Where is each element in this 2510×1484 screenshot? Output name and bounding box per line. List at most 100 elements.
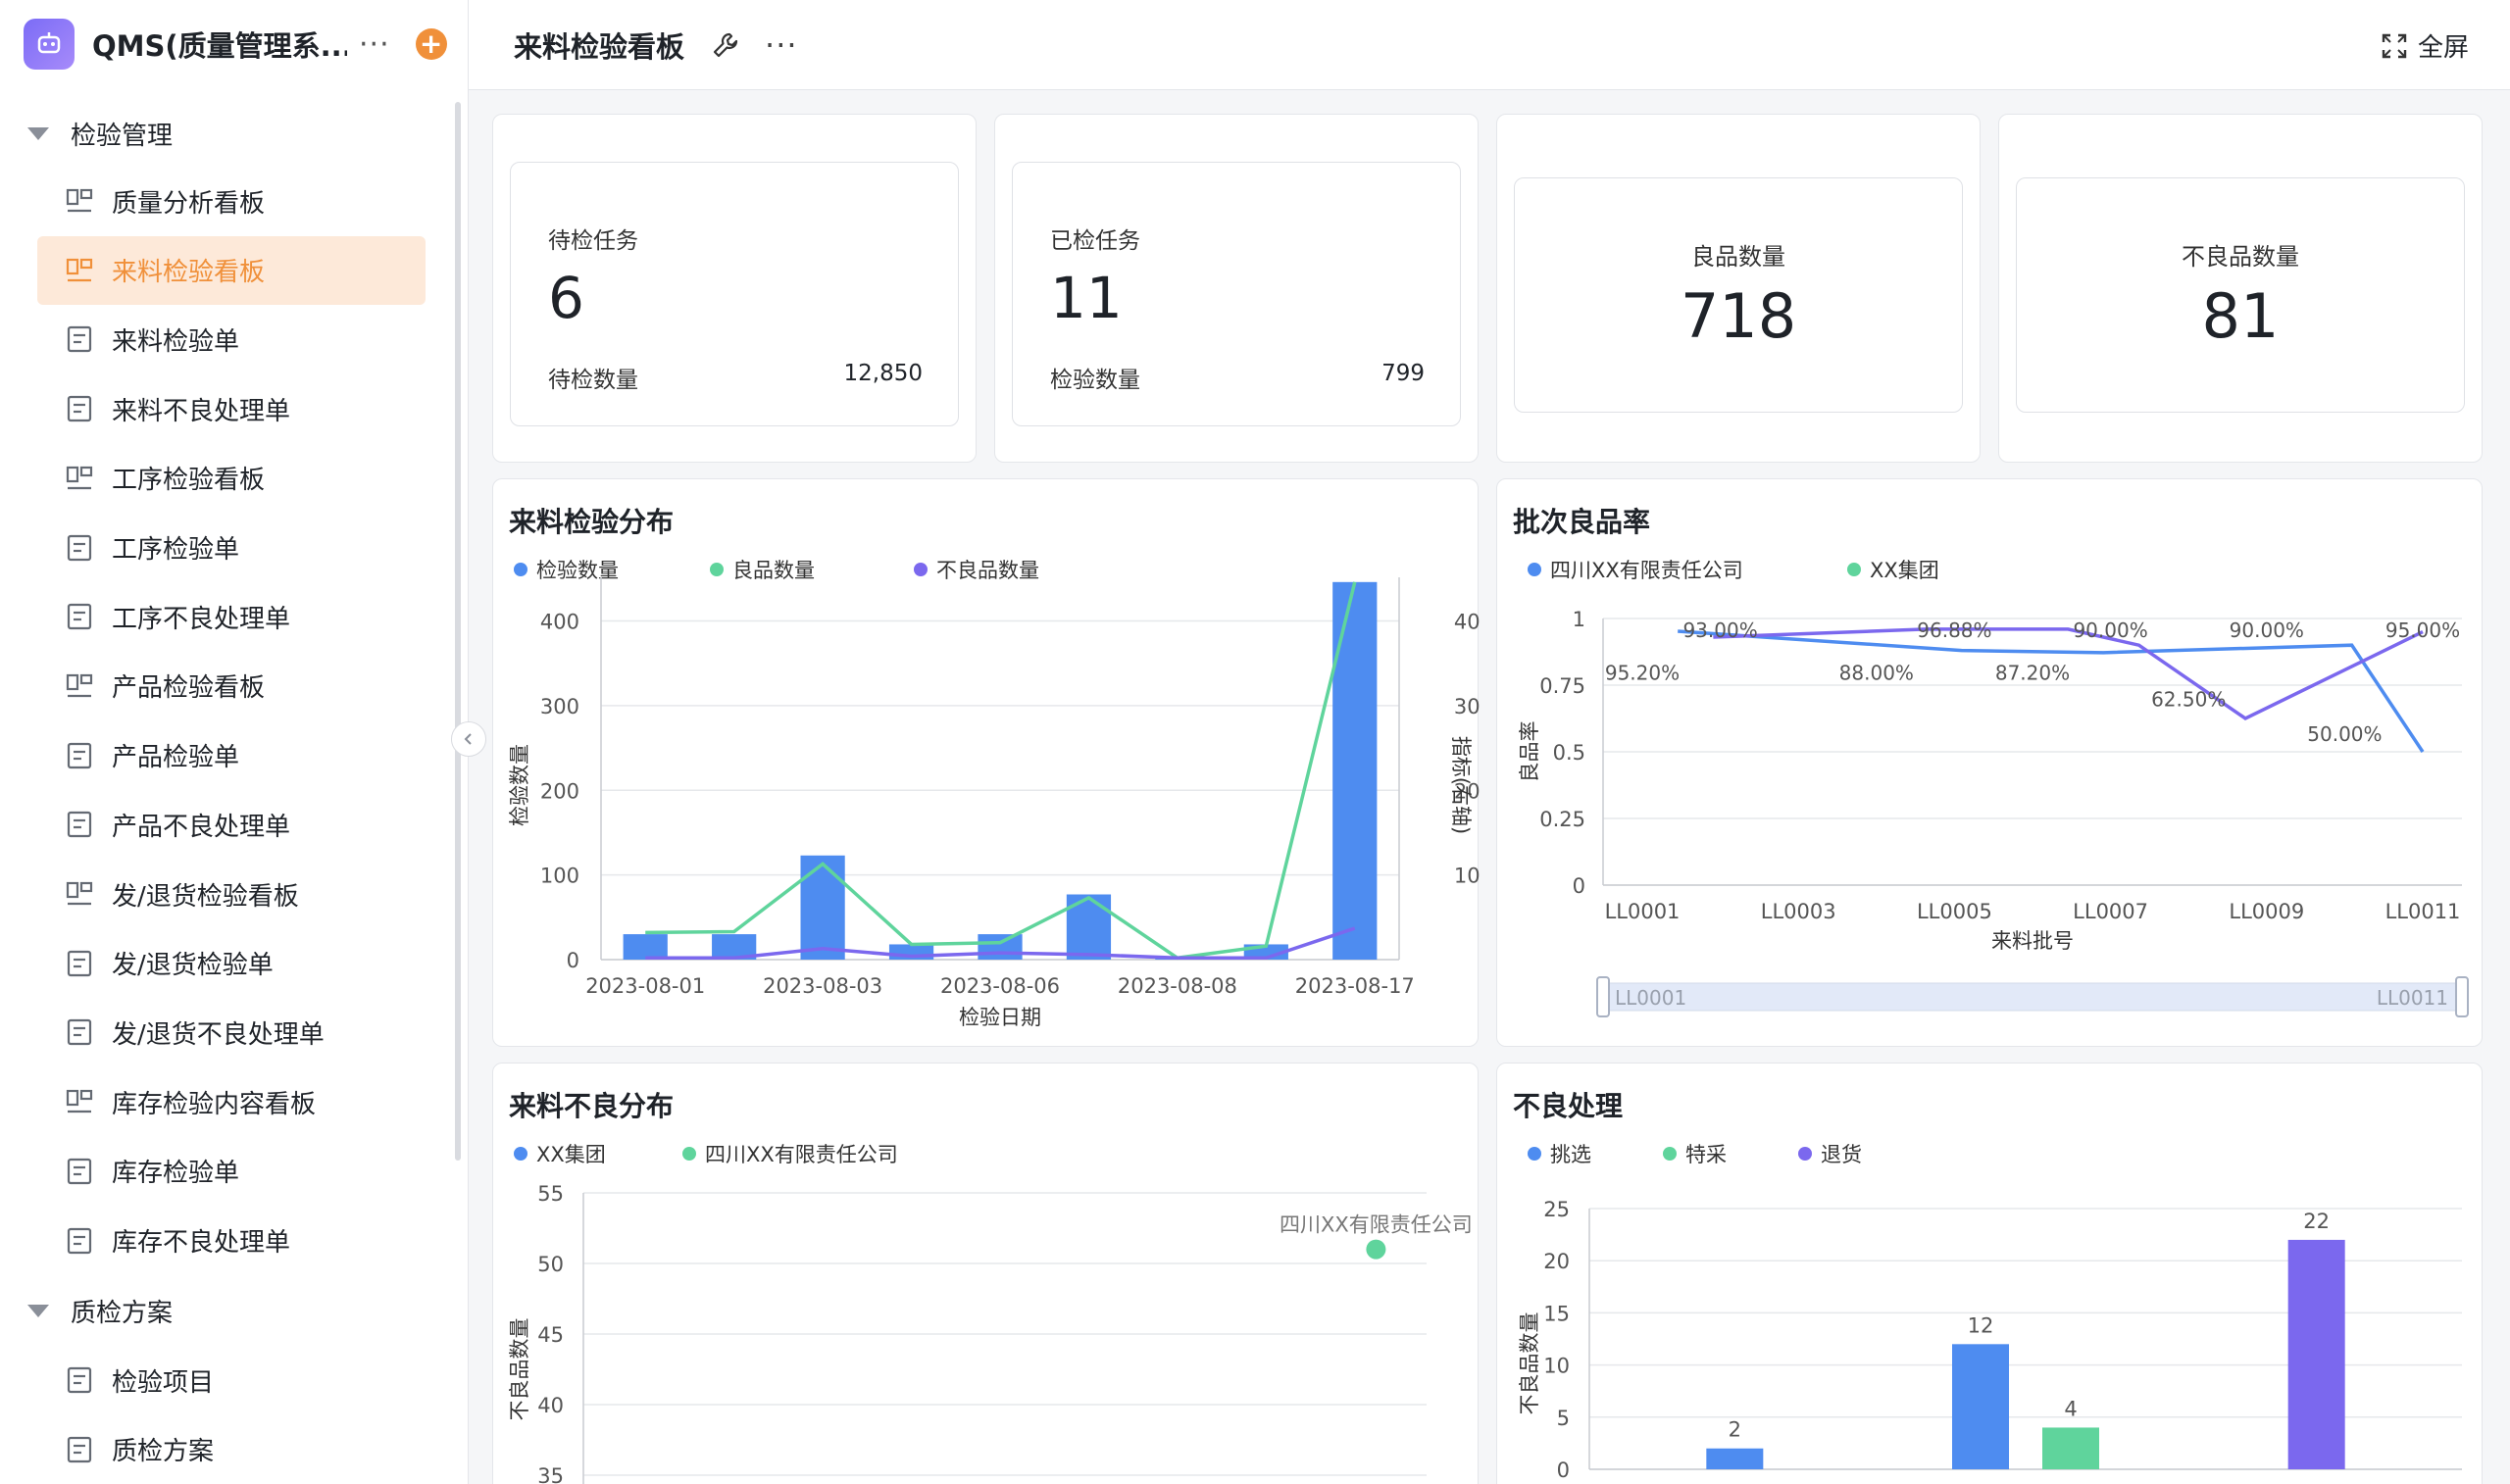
legend-label: 不良品数量 xyxy=(936,559,1039,582)
nav-group-inspection[interactable]: 检验管理 xyxy=(27,110,173,157)
kpi-foot-value: 799 xyxy=(1381,361,1425,386)
y-tick-label: 0.5 xyxy=(1553,741,1585,765)
y-tick-label: 300 xyxy=(540,695,579,718)
sidebar-item-10[interactable]: 发/退货检验看板 xyxy=(37,860,426,928)
legend-label: 良品数量 xyxy=(732,559,815,582)
sidebar-scrollbar[interactable] xyxy=(455,102,461,1161)
app-header: QMS(质量管理系... ··· + xyxy=(0,0,469,88)
app-logo[interactable] xyxy=(24,19,75,70)
expand-icon xyxy=(2382,33,2407,58)
form-icon xyxy=(67,950,92,976)
app-more-icon[interactable]: ··· xyxy=(359,27,390,62)
sidebar-item-2[interactable]: 来料检验单 xyxy=(37,305,426,373)
bar-value-label: 22 xyxy=(2303,1210,2330,1233)
dashboard-icon xyxy=(66,1089,93,1113)
y-tick-label: 400 xyxy=(540,611,579,634)
legend-marker xyxy=(1847,563,1861,576)
sidebar-item-label: 发/退货检验单 xyxy=(112,951,274,981)
sidebar-item-label: 质量分析看板 xyxy=(112,188,266,219)
zoom-handle-right xyxy=(2455,976,2469,1017)
collapse-sidebar-button[interactable] xyxy=(451,721,486,757)
y-tick-label: 10 xyxy=(1543,1355,1570,1378)
data-label: 95.20% xyxy=(1605,661,1680,684)
kpi-card-pending: 待检任务 6 待检数量 12,850 xyxy=(492,114,977,463)
kpi-label: 已检任务 xyxy=(1050,228,1140,254)
sidebar-item-1[interactable]: 来料检验看板 xyxy=(37,235,426,305)
fullscreen-button[interactable]: 全屏 xyxy=(2381,27,2469,64)
legend-label: 四川XX有限责任公司 xyxy=(1550,559,1743,582)
sidebar-item-13[interactable]: 库存检验内容看板 xyxy=(37,1067,426,1136)
x-tick-label: 2023-08-01 xyxy=(585,974,705,998)
legend-label: 四川XX有限责任公司 xyxy=(705,1143,898,1166)
x-axis-label: 检验日期 xyxy=(959,1006,1041,1029)
add-icon[interactable]: + xyxy=(415,28,447,60)
sidebar-item-label: 来料检验看板 xyxy=(112,258,266,288)
sidebar-item-11[interactable]: 发/退货检验单 xyxy=(37,929,426,998)
sidebar-item-0[interactable]: 质量分析看板 xyxy=(37,167,426,235)
form-icon xyxy=(67,742,92,768)
y-tick-label: 35 xyxy=(537,1464,564,1484)
caret-down-icon xyxy=(27,126,49,140)
y-axis-label: 不良品数量 xyxy=(1518,1312,1541,1415)
sidebar-item-16[interactable]: 检验项目 xyxy=(37,1346,426,1414)
legend-marker xyxy=(514,1147,527,1161)
wrench-icon[interactable] xyxy=(710,29,741,61)
kpi-inner: 良品数量 718 xyxy=(1514,177,1963,413)
sidebar-item-7[interactable]: 产品检验看板 xyxy=(37,652,426,720)
more-icon[interactable]: ··· xyxy=(765,26,798,64)
y2-tick-label: 300 xyxy=(1454,695,1480,718)
x-tick-label: 2023-08-17 xyxy=(1295,974,1415,998)
y-tick-label: 50 xyxy=(537,1253,564,1276)
sidebar-item-label: 发/退货检验看板 xyxy=(112,881,299,912)
bar-value-label: 2 xyxy=(1729,1418,1741,1442)
nav-group-label: 检验管理 xyxy=(71,121,174,151)
kpi-inner: 不良品数量 81 xyxy=(2016,177,2465,413)
caret-down-icon xyxy=(27,1304,49,1317)
nav-group-qc-plan[interactable]: 质检方案 xyxy=(27,1287,173,1334)
sidebar-item-17[interactable]: 质检方案 xyxy=(37,1415,426,1484)
form-icon xyxy=(67,1366,92,1394)
y-tick-label: 0.75 xyxy=(1539,674,1585,698)
sidebar-item-label: 检验项目 xyxy=(112,1367,215,1398)
panel-defect-distribution: 来料不良分布 XX集团 四川XX有限责任公司 35 40 45 50 55 不良品数量 四川XX… xyxy=(492,1063,1479,1484)
legend-marker xyxy=(1528,563,1541,576)
kpi-label: 良品数量 xyxy=(1691,243,1785,271)
y-tick-label: 0 xyxy=(1557,1459,1570,1482)
kpi-inner: 待检任务 6 待检数量 12,850 xyxy=(510,162,959,426)
kpi-inner: 已检任务 11 检验数量 799 xyxy=(1012,162,1461,426)
bar xyxy=(2042,1427,2099,1469)
sidebar-item-3[interactable]: 来料不良处理单 xyxy=(37,374,426,443)
sidebar-item-label: 发/退货不良处理单 xyxy=(112,1019,325,1050)
sidebar-item-15[interactable]: 库存不良处理单 xyxy=(37,1207,426,1275)
panel-inspection-distribution: 来料检验分布 检验数量良品数量不良品数量01002003004001002003… xyxy=(492,478,1480,1047)
sidebar-item-label: 库存检验单 xyxy=(112,1159,240,1189)
sidebar-item-12[interactable]: 发/退货不良处理单 xyxy=(37,998,426,1066)
chart-batch-yield: 四川XX有限责任公司 XX集团 0 0.25 0.5 0.75 1 LL0001 LL0003 L… xyxy=(1518,559,2469,1017)
sidebar-item-6[interactable]: 工序不良处理单 xyxy=(37,582,426,651)
sidebar-item-label: 产品检验看板 xyxy=(112,673,266,704)
sidebar-item-label: 产品检验单 xyxy=(112,743,240,773)
data-label: 87.20% xyxy=(1995,661,2070,684)
form-icon xyxy=(67,1158,92,1184)
kpi-label: 不良品数量 xyxy=(2182,243,2299,271)
y-tick-label: 0 xyxy=(1573,874,1585,898)
app-title[interactable]: QMS(质量管理系... xyxy=(92,24,347,65)
y-tick-label: 1 xyxy=(1573,608,1585,631)
sidebar-item-8[interactable]: 产品检验单 xyxy=(37,721,426,790)
y2-axis-label: 指标(右轴) xyxy=(1449,736,1473,834)
bar xyxy=(978,934,1023,960)
data-label: 62.50% xyxy=(2151,688,2226,712)
scatter-point xyxy=(1366,1239,1386,1260)
chart-inspection-distribution: 检验数量良品数量不良品数量0100200300400100200300400检验… xyxy=(508,559,1480,1029)
sidebar-item-5[interactable]: 工序检验单 xyxy=(37,514,426,582)
sidebar-item-label: 库存不良处理单 xyxy=(112,1228,291,1258)
x-tick-label: 2023-08-03 xyxy=(763,974,882,998)
x-tick-label: LL0001 xyxy=(1605,900,1681,923)
kpi-card-bad: 不良品数量 81 xyxy=(1998,114,2483,463)
legend-marker xyxy=(1528,1147,1541,1161)
sidebar-item-14[interactable]: 库存检验单 xyxy=(37,1137,426,1206)
sidebar-item-4[interactable]: 工序检验看板 xyxy=(37,444,426,513)
legend-label: XX集团 xyxy=(536,1143,606,1166)
sidebar-item-9[interactable]: 产品不良处理单 xyxy=(37,790,426,859)
y2-tick-label: 100 xyxy=(1454,865,1480,888)
